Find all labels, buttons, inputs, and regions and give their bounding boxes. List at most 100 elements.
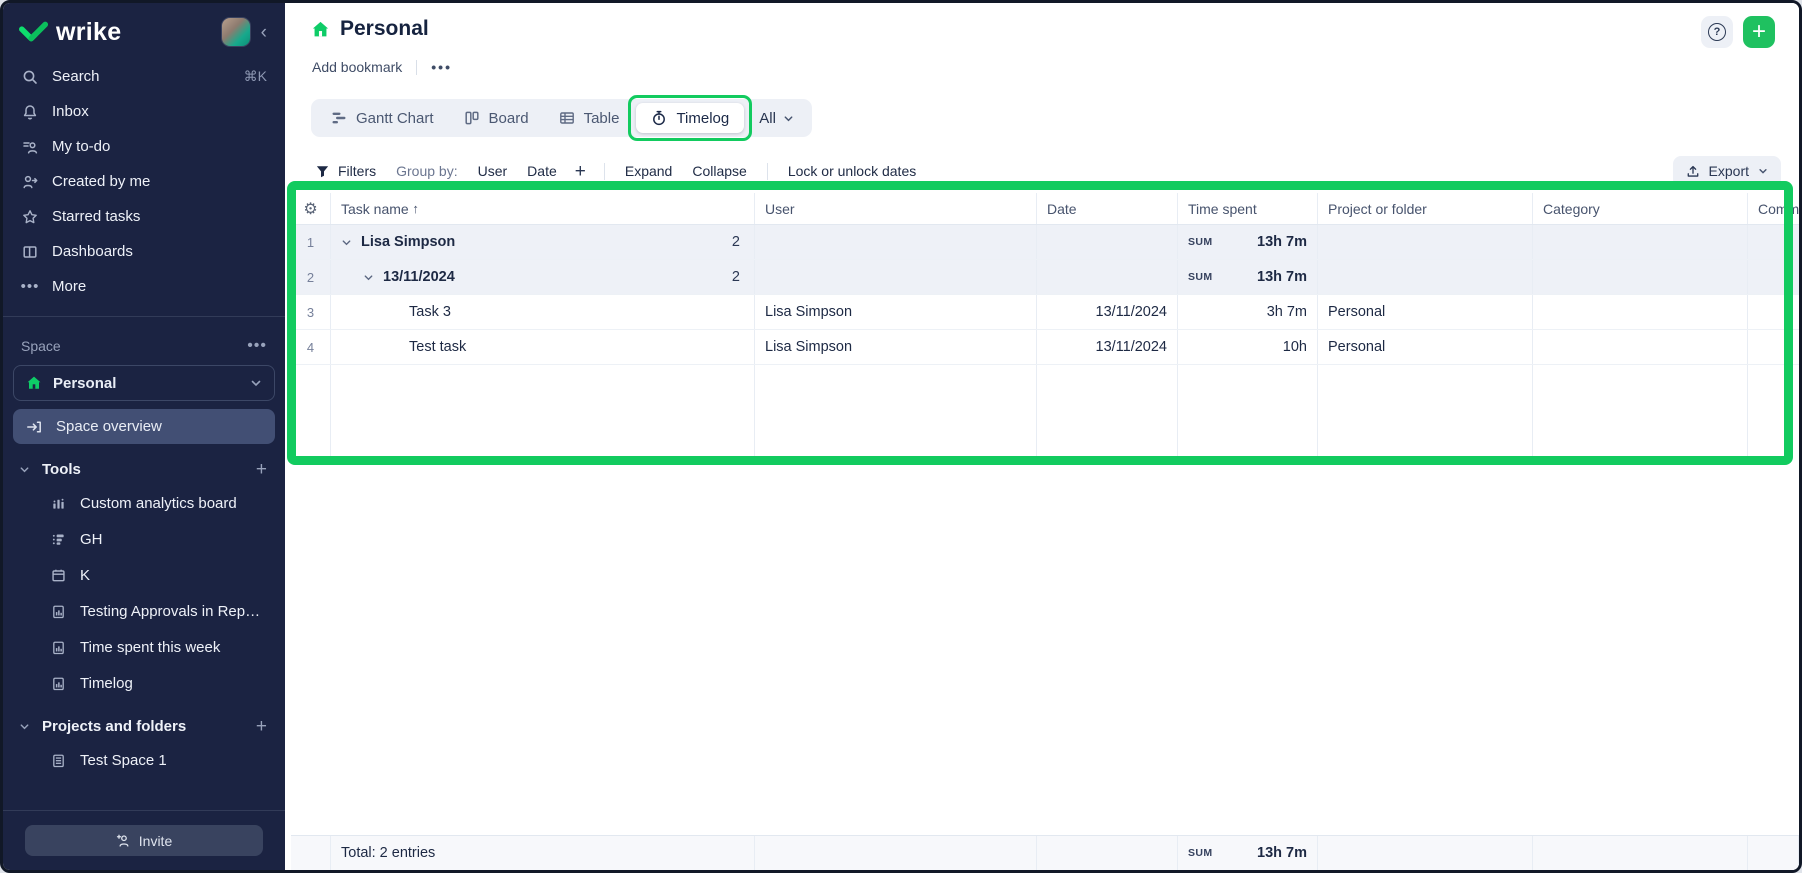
table-row-group-date[interactable]: 2 13/11/2024 2 SUM 13h 7m xyxy=(291,260,1799,295)
table-row-group-user[interactable]: 1 Lisa Simpson 2 SUM 13h 7m xyxy=(291,225,1799,260)
time-spent-cell: SUM 13h 7m xyxy=(1178,260,1318,294)
scope-filter-dropdown[interactable]: All xyxy=(746,110,807,127)
column-header-task-name[interactable]: Task name ↑ xyxy=(331,193,755,224)
lock-unlock-dates-button[interactable]: Lock or unlock dates xyxy=(778,163,926,179)
sidebar-item-more[interactable]: ••• More xyxy=(3,269,285,304)
add-group-icon[interactable]: + xyxy=(567,162,594,181)
chevron-down-icon xyxy=(783,113,794,124)
user-cell[interactable]: Lisa Simpson xyxy=(755,330,1037,364)
wrike-logo[interactable]: wrike xyxy=(19,18,121,47)
add-bookmark-link[interactable]: Add bookmark xyxy=(312,59,402,75)
task-name-cell[interactable]: Task 3 xyxy=(331,295,755,329)
collapse-button[interactable]: Collapse xyxy=(682,163,756,179)
enter-arrow-icon xyxy=(25,419,43,435)
report-icon xyxy=(49,604,67,619)
category-cell[interactable] xyxy=(1533,295,1748,329)
sidebar-item-label: Testing Approvals in Rep… xyxy=(80,603,260,620)
sidebar-item-inbox[interactable]: Inbox xyxy=(3,94,285,129)
sidebar-item-custom-analytics-board[interactable]: Custom analytics board xyxy=(3,485,285,521)
expand-button[interactable]: Expand xyxy=(615,163,682,179)
column-header-comment[interactable]: Comment xyxy=(1748,193,1799,224)
footer-sum-value: 13h 7m xyxy=(1257,845,1307,861)
collapse-group-icon[interactable] xyxy=(341,237,352,248)
sidebar-item-time-spent-this-week[interactable]: Time spent this week xyxy=(3,629,285,665)
page-header: Personal xyxy=(311,17,429,41)
collapse-sidebar-icon[interactable]: ‹ xyxy=(251,23,273,42)
space-options-icon[interactable]: ••• xyxy=(247,337,267,355)
tab-gantt-chart[interactable]: Gantt Chart xyxy=(316,99,449,137)
date-cell[interactable]: 13/11/2024 xyxy=(1037,295,1178,329)
date-cell xyxy=(1037,260,1178,294)
dashboard-icon xyxy=(21,244,39,260)
space-section-label: Space xyxy=(21,338,61,354)
sidebar-item-timelog[interactable]: Timelog xyxy=(3,665,285,701)
column-header-date[interactable]: Date xyxy=(1037,193,1178,224)
time-spent-value: 13h 7m xyxy=(1257,269,1307,285)
category-cell[interactable] xyxy=(1533,330,1748,364)
table-row-entry[interactable]: 4 Test task Lisa Simpson 13/11/2024 10h … xyxy=(291,330,1799,365)
logo-text: wrike xyxy=(56,18,121,47)
sidebar-item-space-overview[interactable]: Space overview xyxy=(13,409,275,444)
add-tool-icon[interactable]: + xyxy=(256,460,267,479)
avatar[interactable] xyxy=(221,17,251,47)
filters-button[interactable]: Filters xyxy=(305,163,386,179)
sidebar-item-gh[interactable]: GH xyxy=(3,521,285,557)
wrike-check-icon xyxy=(19,20,49,44)
more-options-icon[interactable]: ••• xyxy=(431,59,452,75)
create-new-button[interactable]: + xyxy=(1743,16,1775,48)
sidebar-item-test-space-1[interactable]: Test Space 1 xyxy=(3,742,285,778)
empty-cell xyxy=(291,365,331,461)
group-by-user[interactable]: User xyxy=(468,163,518,179)
column-header-project-or-folder[interactable]: Project or folder xyxy=(1318,193,1533,224)
chevron-down-icon xyxy=(1758,166,1768,176)
table-row-entry[interactable]: 3 Task 3 Lisa Simpson 13/11/2024 3h 7m P… xyxy=(291,295,1799,330)
board-hierarchy-icon xyxy=(49,532,67,547)
divider xyxy=(416,60,417,75)
sort-ascending-icon: ↑ xyxy=(409,201,419,216)
sidebar-item-my-todo[interactable]: My to-do xyxy=(3,129,285,164)
help-button[interactable]: ? xyxy=(1701,16,1733,48)
comment-cell[interactable] xyxy=(1748,330,1799,364)
group-by-date[interactable]: Date xyxy=(517,163,567,179)
user-cell[interactable]: Lisa Simpson xyxy=(755,295,1037,329)
sidebar-item-label: Space overview xyxy=(56,418,162,435)
sidebar-item-dashboards[interactable]: Dashboards xyxy=(3,234,285,269)
group-count: 2 xyxy=(732,269,744,285)
tab-timelog[interactable]: Timelog xyxy=(636,103,744,133)
space-selector-label: Personal xyxy=(53,375,116,392)
tools-section-header[interactable]: Tools + xyxy=(3,444,285,485)
column-header-category[interactable]: Category xyxy=(1533,193,1748,224)
filters-label: Filters xyxy=(338,163,376,179)
task-name: Task 3 xyxy=(341,304,451,320)
time-spent-cell[interactable]: 10h xyxy=(1178,330,1318,364)
comment-cell[interactable] xyxy=(1748,295,1799,329)
table-settings-gear-icon[interactable]: ⚙ xyxy=(291,193,331,224)
chevron-down-icon xyxy=(19,464,30,475)
project-cell[interactable]: Personal xyxy=(1318,295,1533,329)
space-selector[interactable]: Personal xyxy=(13,365,275,401)
tab-board[interactable]: Board xyxy=(449,99,544,137)
projects-section-header[interactable]: Projects and folders + xyxy=(3,701,285,742)
sidebar-item-starred-tasks[interactable]: Starred tasks xyxy=(3,199,285,234)
view-tabbar: Gantt Chart Board Table Timelog xyxy=(311,99,812,137)
column-header-time-spent[interactable]: Time spent xyxy=(1178,193,1318,224)
tab-table[interactable]: Table xyxy=(544,99,635,137)
invite-button[interactable]: Invite xyxy=(25,825,263,856)
export-button[interactable]: Export xyxy=(1673,156,1781,187)
add-project-icon[interactable]: + xyxy=(256,717,267,736)
sidebar-item-search[interactable]: Search ⌘K xyxy=(3,59,285,94)
bookmark-row: Add bookmark ••• xyxy=(312,59,452,75)
task-name-cell[interactable]: Test task xyxy=(331,330,755,364)
time-spent-cell[interactable]: 3h 7m xyxy=(1178,295,1318,329)
row-number: 4 xyxy=(291,330,331,364)
column-header-user[interactable]: User xyxy=(755,193,1037,224)
table-footer-row: Total: 2 entries SUM 13h 7m xyxy=(291,835,1799,870)
sidebar-item-k[interactable]: K xyxy=(3,557,285,593)
sidebar-item-testing-approvals[interactable]: Testing Approvals in Rep… xyxy=(3,593,285,629)
sidebar: wrike ‹ Search ⌘K Inbox My to-do xyxy=(3,3,285,870)
collapse-group-icon[interactable] xyxy=(363,272,374,283)
project-cell[interactable]: Personal xyxy=(1318,330,1533,364)
sidebar-item-created-by-me[interactable]: Created by me xyxy=(3,164,285,199)
date-cell[interactable]: 13/11/2024 xyxy=(1037,330,1178,364)
empty-cell xyxy=(1318,365,1533,461)
